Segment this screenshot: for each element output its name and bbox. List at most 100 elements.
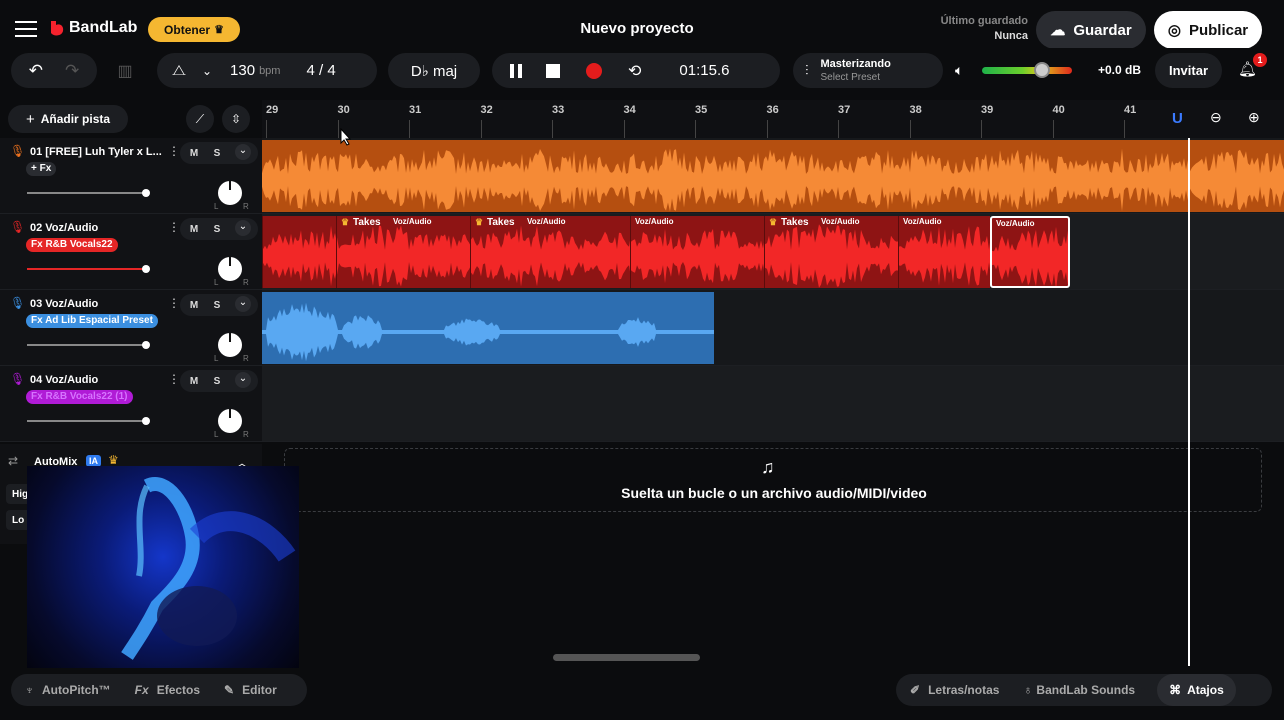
mastering-button[interactable]: ⫶ Masterizando Select Preset [793, 53, 943, 88]
audio-clip-blue[interactable] [262, 292, 714, 364]
volume-knob[interactable] [142, 265, 150, 273]
track-lane-3[interactable] [262, 290, 1284, 366]
redo-icon[interactable]: ↷ [65, 61, 79, 81]
mute-button[interactable]: M [184, 220, 204, 238]
chevron-down-icon[interactable]: ⌄ [235, 296, 251, 312]
more-options-icon[interactable]: ⋮ [168, 372, 180, 386]
more-options-icon[interactable]: ⋮ [168, 296, 180, 310]
zoom-in-icon[interactable]: ⊕ [1248, 109, 1260, 126]
audio-clip-red[interactable]: Voz/Audio [898, 216, 990, 288]
audio-clip-red[interactable]: ♛ Takes Voz/Audio [764, 216, 898, 288]
takes-label[interactable]: Takes [487, 217, 515, 228]
audio-clip-red[interactable]: ♛ Takes Voz/Audio [336, 216, 470, 288]
drop-zone[interactable]: ♫ Suelta un bucle o un archivo audio/MID… [284, 448, 1262, 512]
more-options-icon[interactable]: ⋮ [168, 144, 180, 158]
pan-knob[interactable] [218, 333, 242, 357]
autopitch-button[interactable]: ♆ AutoPitch™ [25, 683, 111, 697]
solo-button[interactable]: S [207, 372, 227, 390]
more-options-icon[interactable]: ⋮ [168, 220, 180, 234]
menu-icon[interactable] [15, 20, 37, 38]
volume-slider[interactable] [27, 417, 150, 425]
track-header-1[interactable]: 🎙︎ 01 [FREE] Luh Tyler x L... ⋮ M S ⌄ + Fx L R [0, 138, 262, 214]
effects-button[interactable]: Fx Efectos [135, 683, 200, 697]
audio-clip-orange[interactable] [262, 140, 1284, 212]
fx-badge[interactable]: Fx Ad Lib Espacial Preset [26, 314, 158, 328]
mute-button[interactable]: M [184, 296, 204, 314]
mute-button[interactable]: M [184, 144, 204, 162]
master-volume-slider[interactable] [982, 62, 1072, 78]
loop-icon[interactable]: ⟲ [628, 61, 641, 81]
playhead[interactable] [1188, 138, 1190, 666]
snap-magnet-icon[interactable]: U [1172, 110, 1183, 127]
track-name[interactable]: 01 [FREE] Luh Tyler x L... [30, 146, 162, 158]
add-track-button[interactable]: + Añadir pista [8, 105, 128, 133]
tempo-value[interactable]: 130 [230, 62, 255, 79]
track-name[interactable]: 04 Voz/Audio [30, 374, 98, 386]
project-title[interactable]: Nuevo proyecto [540, 20, 734, 37]
invite-button[interactable]: Invitar [1155, 53, 1222, 88]
pan-knob[interactable] [218, 409, 242, 433]
pan-left-label: L [214, 202, 219, 211]
takes-label[interactable]: Takes [781, 217, 809, 228]
solo-button[interactable]: S [207, 220, 227, 238]
editor-button[interactable]: ✎ Editor [224, 683, 277, 697]
pan-knob[interactable] [218, 181, 242, 205]
save-button[interactable]: ☁ Guardar [1036, 11, 1146, 49]
fx-badge[interactable]: Fx R&B Vocals22 (1) [26, 390, 133, 404]
undo-icon[interactable]: ↶ [29, 61, 43, 81]
volume-slider[interactable] [27, 265, 150, 273]
track-lane-1[interactable] [262, 138, 1284, 214]
pause-button[interactable] [510, 63, 522, 78]
chevron-down-icon[interactable]: ⌄ [235, 220, 251, 236]
audio-clip-red[interactable] [262, 216, 336, 288]
key-button[interactable]: D♭ maj [388, 53, 480, 88]
volume-slider[interactable] [27, 341, 150, 349]
solo-button[interactable]: S [207, 296, 227, 314]
track-header-3[interactable]: 🎙︎ 03 Voz/Audio ⋮ M S ⌄ Fx Ad Lib Espacial Pre… [0, 290, 262, 366]
chevron-down-icon[interactable]: ⌄ [235, 372, 251, 388]
volume-slider[interactable] [27, 189, 150, 197]
grid-button[interactable]: ▥ [105, 53, 145, 88]
fx-badge[interactable]: + Fx [26, 162, 57, 176]
chevron-down-icon[interactable]: ⌄ [235, 144, 251, 160]
master-volume-knob[interactable] [1034, 62, 1050, 78]
fx-badge[interactable]: Fx R&B Vocals22 [26, 238, 118, 252]
bandlab-logo[interactable]: BandLab [48, 18, 137, 38]
fit-tracks-button[interactable]: ⇳ [222, 105, 250, 133]
track-name[interactable]: 03 Voz/Audio [30, 298, 98, 310]
solo-button[interactable]: S [207, 144, 227, 162]
track-header-4[interactable]: 🎙︎ 04 Voz/Audio ⋮ M S ⌄ Fx R&B Vocals22 (1) L R [0, 366, 262, 442]
wand-button[interactable]: ⟋ [186, 105, 214, 133]
track-header-2[interactable]: 🎙︎ 02 Voz/Audio ⋮ M S ⌄ Fx R&B Vocals22 L R [0, 214, 262, 290]
volume-knob[interactable] [142, 341, 150, 349]
get-membership-button[interactable]: Obtener ♛ [148, 17, 240, 42]
audio-clip-red[interactable]: Voz/Audio [990, 216, 1070, 288]
publish-button[interactable]: ◎ Publicar [1154, 11, 1262, 49]
audio-clip-red[interactable]: ♛ Takes Voz/Audio [470, 216, 630, 288]
speaker-icon[interactable]: 🔈︎ [955, 62, 963, 79]
sounds-button[interactable]: ♁ BandLab Sounds [1023, 683, 1135, 697]
track-name[interactable]: 02 Voz/Audio [30, 222, 98, 234]
shortcuts-button[interactable]: ⌘ Atajos [1157, 674, 1236, 706]
record-button[interactable] [586, 62, 602, 79]
bar-number: 29 [266, 104, 279, 116]
volume-knob[interactable] [142, 189, 150, 197]
autopitch-label: AutoPitch™ [42, 683, 111, 697]
audio-clip-red[interactable]: Voz/Audio [630, 216, 764, 288]
bandlab-sounds-icon: ♁ [1023, 683, 1033, 697]
metronome-icon[interactable]: ⧍ [172, 62, 186, 79]
chevron-down-icon[interactable]: ⌄ [202, 64, 212, 78]
lyrics-button[interactable]: ✐ Letras/notas [910, 683, 999, 697]
volume-knob[interactable] [142, 417, 150, 425]
zoom-out-icon[interactable]: ⊖ [1210, 109, 1222, 126]
pan-knob[interactable] [218, 257, 242, 281]
time-signature[interactable]: 4 / 4 [306, 62, 335, 79]
stop-button[interactable] [546, 63, 560, 78]
bar-tick [552, 120, 553, 138]
horizontal-scrollbar[interactable] [553, 654, 700, 661]
takes-label[interactable]: Takes [353, 217, 381, 228]
mute-button[interactable]: M [184, 372, 204, 390]
timeline-ruler[interactable]: 29 30 31 32 33 34 35 36 37 38 39 40 41 U ⊖ ⊕ [262, 100, 1284, 138]
track-lane-2[interactable]: ♛ Takes Voz/Audio ♛ Takes Voz/Audio Voz/Audio ♛… [262, 214, 1284, 290]
track-lane-4[interactable] [262, 366, 1284, 442]
